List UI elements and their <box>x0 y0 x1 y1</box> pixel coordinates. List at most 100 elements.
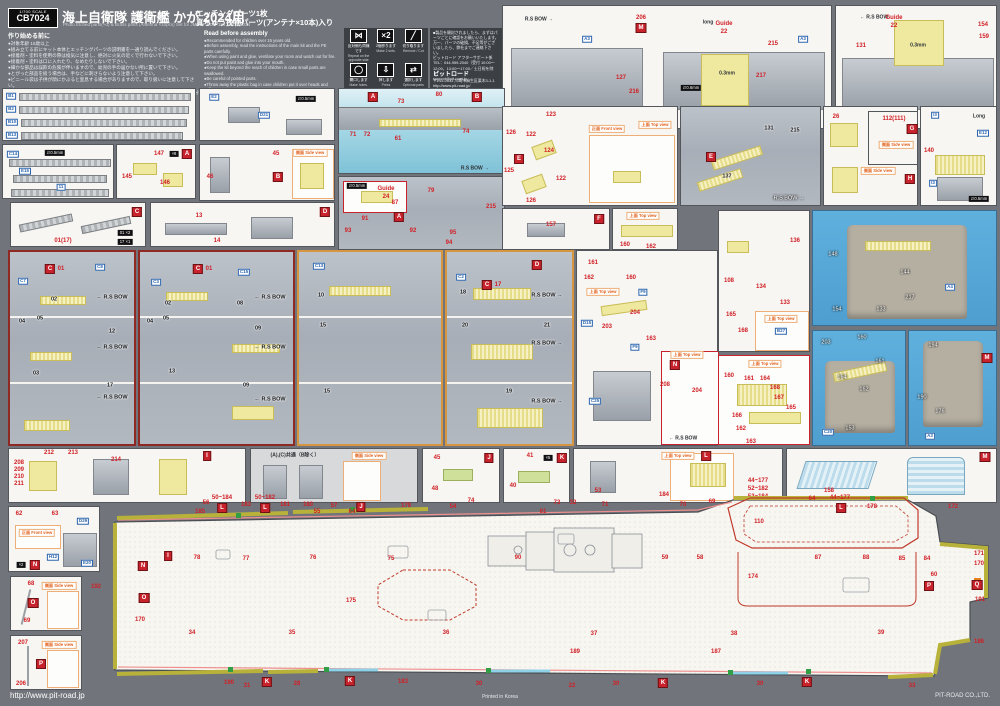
part-label: O <box>28 598 39 608</box>
part-label: B <box>273 172 283 182</box>
part-label: 02 <box>51 297 57 303</box>
part-label: D15 <box>581 320 593 327</box>
deck-part-label: 170 <box>135 617 145 623</box>
part-label: 03 <box>33 371 39 377</box>
part-label: E15 <box>19 168 31 175</box>
part-label: 153 <box>845 426 854 432</box>
flight-deck-plan: 1855650~184L18350~182L181180555764J17954… <box>88 490 1000 696</box>
deck-part-label: 50~184 <box>212 495 232 501</box>
part-label: 161 <box>875 359 884 365</box>
part-label: 10 <box>318 293 324 299</box>
pe-part <box>300 163 324 189</box>
part-label: 94 <box>446 240 453 246</box>
part-label: Guide <box>715 21 732 27</box>
part-label: 215 <box>790 128 799 134</box>
part-label: 61 <box>395 136 402 142</box>
part-label: 0.3mm <box>719 72 735 77</box>
part-label: 05 <box>163 316 169 322</box>
legend-label-en: Make holes. <box>346 83 371 87</box>
part-label: D21 <box>258 112 270 119</box>
deck-part-label: 69 <box>709 499 716 505</box>
part-label: Guide <box>885 15 902 21</box>
pe-part <box>40 296 86 305</box>
part-label: 上面 Top view <box>638 121 671 129</box>
photo-divider <box>140 382 293 384</box>
legend-label-en: Optional parts <box>401 83 426 87</box>
pe-strip <box>21 132 183 140</box>
part-label: 20 <box>462 323 468 329</box>
pe-part <box>830 123 858 147</box>
part-label: 46 <box>207 174 214 180</box>
part-label: C8 <box>95 264 105 271</box>
part-label: 210 <box>14 474 24 480</box>
part-label: ×8 <box>170 151 179 157</box>
deck-part-label: 171 <box>974 551 984 557</box>
part-label: 0.3mm <box>910 44 926 49</box>
deck-part-label: 32 <box>570 500 577 506</box>
panel-step-e-drawing: 126123122124E125122126正面 Front view上面 To… <box>502 106 678 206</box>
deck-part-label: 57 <box>331 503 338 509</box>
pe-strip <box>21 119 187 127</box>
pe-ladder <box>19 213 73 232</box>
panel-step-e-photo: 131215E137R.S BOW → <box>680 106 821 206</box>
part-label: 203 <box>821 340 830 346</box>
deck-part-label: 84 <box>924 556 931 562</box>
legend-label-jp: 反対側も同様です <box>346 44 371 54</box>
precautions-en-title: Read before assembly <box>204 31 337 37</box>
part-label: ← R.S BOW <box>96 345 127 351</box>
part-label: 91 <box>362 216 369 222</box>
part-label: 140 <box>924 148 934 154</box>
pe-part <box>749 412 801 424</box>
part-label: R.S BOW → <box>531 399 562 405</box>
part-label: 160 <box>724 373 734 379</box>
panel-step-p: 207側面 Side viewP206 <box>10 635 82 690</box>
kit-number: CB7024 <box>9 14 57 23</box>
part-label: D <box>320 207 330 217</box>
deck-part-label: 181 <box>280 502 290 508</box>
part-label: 131 <box>856 43 866 49</box>
kit-number-badge: 1/700 SCALE CB7024 <box>8 8 58 28</box>
pe-stair <box>697 168 744 192</box>
part-label: 上面 Top view <box>670 351 703 359</box>
part-label: C3 <box>151 279 161 286</box>
part-label: I3 <box>931 112 939 119</box>
deck-part-label: L <box>217 503 227 513</box>
part-label: 157 <box>546 222 556 228</box>
deck-part-label: 70 <box>680 502 687 508</box>
pe-railing <box>865 241 931 251</box>
deck-part-label: 30 <box>476 681 483 687</box>
legend-icon: ╱ <box>405 29 422 43</box>
part-sketch <box>286 119 322 135</box>
part-label: 163 <box>746 439 756 445</box>
part-label: H12 <box>47 554 59 561</box>
part-label: 176 <box>935 409 944 415</box>
panel-step-d: D1314 <box>150 202 335 247</box>
deck-part-label: 189 <box>570 649 580 655</box>
part-label: L <box>701 451 711 461</box>
part-label: 17 <box>107 383 113 389</box>
pe-mesh-part <box>796 461 877 489</box>
part-label: 163 <box>646 336 656 342</box>
part-label: 40 <box>510 483 517 489</box>
part-label: 131 <box>764 126 773 132</box>
part-label: 162 <box>736 426 746 432</box>
part-label: 160 <box>620 242 630 248</box>
precaution-line: ●Keep the kit beyond the reach of childr… <box>204 65 337 76</box>
part-label: 134 <box>756 284 766 290</box>
part-label: 69 <box>24 618 31 624</box>
part-label: 167 <box>774 395 784 401</box>
part-label: P <box>36 659 46 669</box>
photo-divider <box>447 316 572 318</box>
part-label: E12 <box>977 130 989 137</box>
panel-step-f: F157 <box>502 208 610 250</box>
deck-part-label: 190 <box>224 680 234 686</box>
part-label: 05 <box>37 316 43 322</box>
part-sketch <box>251 217 293 239</box>
panel-boat-deck-assembly: 161162160上面 Top viewF9204203D15163F9C25上… <box>576 250 718 446</box>
panel-step-a: 147×8A145146 <box>116 144 196 199</box>
part-label: (A),(C)共通（B除く） <box>271 454 320 459</box>
part-label: ×5 <box>544 455 553 461</box>
part-label: 71 <box>350 132 357 138</box>
part-label: 166 <box>732 413 742 419</box>
part-label: B13 <box>6 132 18 139</box>
